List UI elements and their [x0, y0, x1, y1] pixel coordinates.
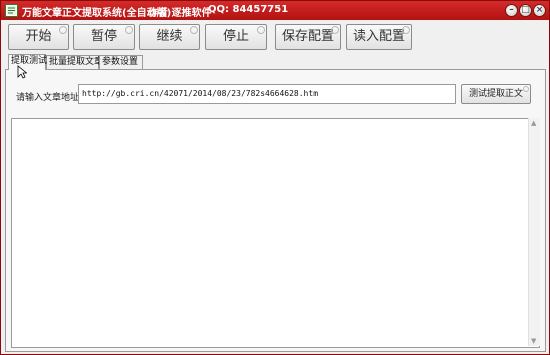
title-bar[interactable]: 万能文章正文提取系统(全自动版) 作者 逐推软件 QQ: 84457751 – … — [1, 1, 549, 20]
main-window: 万能文章正文提取系统(全自动版) 作者 逐推软件 QQ: 84457751 – … — [0, 0, 550, 355]
resume-button-label: 继续 — [156, 29, 183, 44]
button-corner-decoration-icon — [125, 26, 133, 34]
test-extract-button-label: 测试提取正文 — [468, 89, 523, 99]
save-config-button-label: 保存配置 — [281, 29, 334, 44]
button-corner-decoration-icon — [257, 26, 265, 34]
start-button-label: 开始 — [25, 29, 52, 44]
close-button[interactable]: × — [533, 4, 546, 17]
maximize-button[interactable]: □ — [519, 4, 532, 17]
author-info: 作者 逐推软件 — [148, 8, 212, 19]
button-corner-decoration-icon — [331, 26, 339, 34]
stop-button[interactable]: 停止 — [205, 24, 267, 50]
button-corner-decoration-icon — [59, 26, 67, 34]
pause-button[interactable]: 暂停 — [73, 24, 135, 50]
mouse-cursor-icon — [17, 65, 27, 79]
tab-batch-extract[interactable]: 批量提取文章 — [46, 55, 103, 69]
load-config-button-label: 读入配置 — [352, 29, 405, 44]
button-corner-decoration-icon — [190, 26, 198, 34]
minimize-button[interactable]: – — [505, 4, 518, 17]
load-config-button[interactable]: 读入配置 — [346, 24, 412, 50]
url-label: 请输入文章地址: — [16, 93, 83, 103]
pause-button-label: 暂停 — [90, 29, 117, 44]
tab-settings[interactable]: 参数设置 — [99, 55, 143, 69]
stop-button-label: 停止 — [222, 29, 249, 44]
save-config-button[interactable]: 保存配置 — [275, 24, 341, 50]
app-logo-icon — [5, 4, 18, 17]
resume-button[interactable]: 继续 — [139, 24, 200, 50]
tab-extract-test[interactable]: 提取测试 — [8, 54, 47, 70]
test-extract-button[interactable]: 测试提取正文 — [461, 84, 531, 104]
result-textarea[interactable] — [11, 118, 540, 348]
button-corner-decoration-icon — [402, 26, 410, 34]
start-button[interactable]: 开始 — [8, 24, 69, 50]
button-corner-decoration-icon — [523, 86, 529, 92]
extract-test-panel: 请输入文章地址: http://gb.cri.cn/42071/2014/08/… — [5, 69, 546, 352]
url-input[interactable]: http://gb.cri.cn/42071/2014/08/23/782s46… — [78, 84, 456, 104]
qq-info: QQ: 84457751 — [208, 4, 289, 15]
